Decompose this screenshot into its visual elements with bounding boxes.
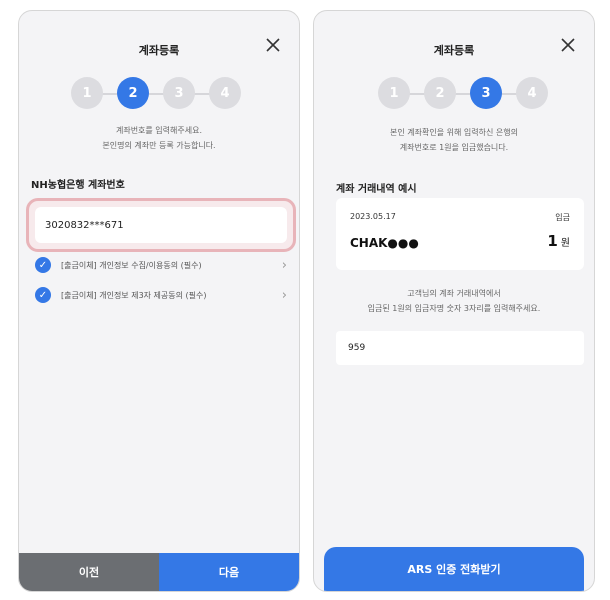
- check-icon[interactable]: ✓: [35, 287, 51, 303]
- history-label: 계좌 거래내역 예시: [336, 184, 417, 195]
- step-2: 2: [424, 77, 456, 109]
- step-3: 3: [163, 77, 195, 109]
- guide-text-2: 계좌번호로 1원을 입금했습니다.: [399, 143, 509, 152]
- transaction-type: 입금: [555, 213, 570, 222]
- guide-text-1: 계좌번호를 입력해주세요.: [115, 126, 203, 135]
- page-title: 계좌등록: [433, 44, 475, 57]
- amount-value: 1: [547, 232, 558, 250]
- step-4: 4: [516, 77, 548, 109]
- close-icon[interactable]: [558, 35, 578, 55]
- step-4: 4: [209, 77, 241, 109]
- agreement-collect-label: [출금이체] 개인정보 수집/이용동의 (필수): [61, 260, 202, 270]
- agreement-collect[interactable]: ✓ [출금이체] 개인정보 수집/이용동의 (필수) ›: [35, 255, 287, 275]
- agreement-third-party-label: [출금이체] 개인정보 제3자 제공동의 (필수): [61, 290, 207, 300]
- ars-call-button[interactable]: ARS 인증 전화받기: [324, 547, 584, 591]
- transaction-amount: 1원: [547, 232, 570, 250]
- step-3: 3: [470, 77, 502, 109]
- check-icon[interactable]: ✓: [35, 257, 51, 273]
- instruction-text-2: 입금된 1원의 입금자명 숫자 3자리를 입력해주세요.: [367, 304, 541, 313]
- prev-button[interactable]: 이전: [19, 553, 159, 591]
- account-number-label: NH농협은행 계좌번호: [31, 180, 125, 191]
- next-button[interactable]: 다음: [159, 553, 299, 591]
- account-number-screen: 계좌등록 1 2 3 4 계좌번호를 입력해주세요. 본인명의 계좌만 등록 가…: [18, 10, 300, 592]
- chevron-right-icon[interactable]: ›: [282, 258, 287, 273]
- step-2: 2: [117, 77, 149, 109]
- verification-screen: 계좌등록 1 2 3 4 본인 계좌확인을 위해 입력하신 은행의 계좌번호로 …: [313, 10, 595, 592]
- account-number-input[interactable]: 3020832***671: [35, 207, 287, 243]
- code-input[interactable]: 959: [336, 331, 584, 365]
- bottom-buttons: 이전 다음: [19, 553, 299, 591]
- chevron-right-icon[interactable]: ›: [282, 288, 287, 303]
- step-1: 1: [378, 77, 410, 109]
- amount-unit: 원: [560, 238, 570, 249]
- transaction-example-card: 2023.05.17 입금 CHAK●●● 1원: [336, 198, 584, 270]
- close-icon[interactable]: [263, 35, 283, 55]
- account-number-highlight: 3020832***671: [26, 198, 296, 252]
- guide-text-1: 본인 계좌확인을 위해 입력하신 은행의: [390, 128, 518, 137]
- instruction-text-1: 고객님의 계좌 거래내역에서: [407, 289, 501, 298]
- agreement-third-party[interactable]: ✓ [출금이체] 개인정보 제3자 제공동의 (필수) ›: [35, 285, 287, 305]
- step-indicator: 1 2 3 4: [314, 77, 594, 111]
- transaction-date: 2023.05.17: [350, 212, 396, 221]
- step-1: 1: [71, 77, 103, 109]
- guide-text-2: 본인명의 계좌만 등록 가능합니다.: [102, 141, 216, 150]
- page-title: 계좌등록: [138, 44, 180, 57]
- depositor-name: CHAK●●●: [350, 236, 419, 250]
- step-indicator: 1 2 3 4: [19, 77, 299, 111]
